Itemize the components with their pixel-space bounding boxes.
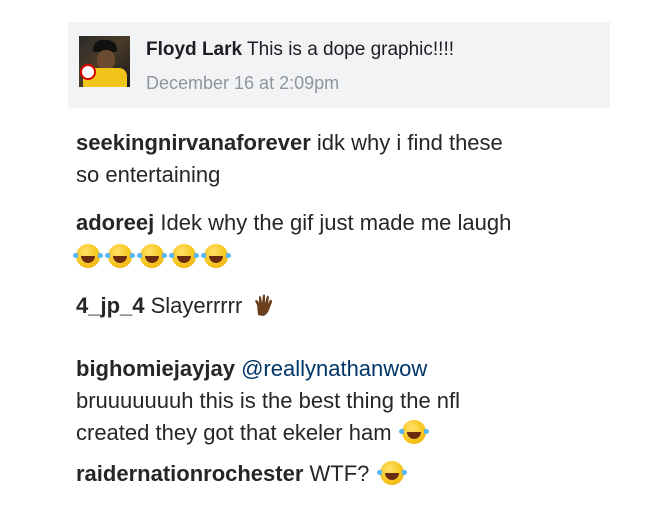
comment-text: idk why i find these — [316, 130, 503, 155]
facebook-comment-line: Floyd Lark This is a dope graphic!!!! — [146, 39, 454, 61]
face-with-tears-of-joy-icon — [398, 420, 429, 444]
instagram-comment: adoreej Idek why the gif just made me la… — [76, 207, 616, 239]
comment-username[interactable]: 4_jp_4 — [76, 293, 145, 318]
instagram-comment: seekingnirvanaforever idk why i find the… — [76, 127, 616, 191]
comment-text: WTF? — [309, 461, 370, 486]
emoji-row — [73, 244, 236, 269]
comment-text-continued: created they got that ekeler ham — [76, 420, 392, 445]
comment-text-continued: so entertaining — [76, 162, 221, 187]
face-with-tears-of-joy-icon — [137, 244, 167, 268]
comment-text: Slayerrrrr — [150, 293, 243, 318]
face-with-tears-of-joy-icon — [169, 244, 199, 268]
face-with-tears-of-joy-icon — [73, 244, 103, 268]
commenter-name[interactable]: Floyd Lark — [146, 39, 242, 60]
avatar[interactable] — [79, 36, 130, 87]
comment-text: Idek why the gif just made me laugh — [160, 210, 512, 235]
instagram-comment: bighomiejayjay @reallynathanwow bruuuuuu… — [76, 353, 616, 449]
face-with-tears-of-joy-icon — [376, 461, 407, 485]
facebook-comment-card: Floyd Lark This is a dope graphic!!!! De… — [68, 22, 610, 108]
face-with-tears-of-joy-icon — [201, 244, 231, 268]
comment-username[interactable]: bighomiejayjay — [76, 356, 235, 381]
comment-text: This is a dope graphic!!!! — [247, 39, 455, 60]
face-with-tears-of-joy-icon — [105, 244, 135, 268]
instagram-comment: 4_jp_4 Slayerrrrr — [76, 290, 616, 322]
comment-username[interactable]: raidernationrochester — [76, 461, 303, 486]
instagram-comment: raidernationrochester WTF? — [76, 458, 616, 490]
comment-username[interactable]: seekingnirvanaforever — [76, 130, 311, 155]
vulcan-salute-icon — [255, 294, 273, 316]
comment-text: bruuuuuuuh this is the best thing the nf… — [76, 388, 461, 413]
comment-timestamp[interactable]: December 16 at 2:09pm — [146, 73, 339, 94]
mention-link[interactable]: @reallynathanwow — [241, 356, 427, 381]
comment-username[interactable]: adoreej — [76, 210, 154, 235]
